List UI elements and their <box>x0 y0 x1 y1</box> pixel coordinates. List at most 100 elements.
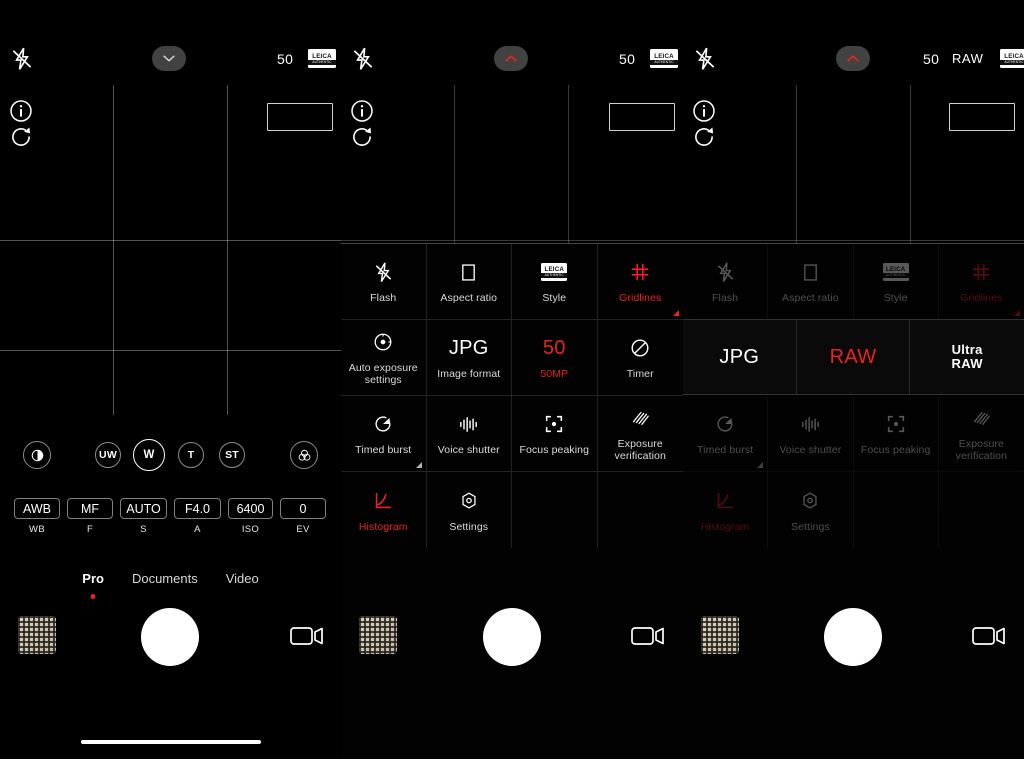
param-ev-value[interactable]: 0 <box>280 498 326 519</box>
shutter-button[interactable] <box>141 608 199 666</box>
lens-t-button[interactable]: T <box>178 442 204 468</box>
setting-flash[interactable]: Flash <box>683 244 769 320</box>
setting-focus-peaking-label: Focus peaking <box>519 444 590 456</box>
param-ev-caption: EV <box>296 524 310 535</box>
shutter-bar <box>0 608 341 683</box>
shutter-button[interactable] <box>824 608 882 666</box>
setting-auto-exposure[interactable]: Auto exposure settings <box>341 320 427 396</box>
param-aperture-caption: A <box>194 524 201 535</box>
param-aperture-value[interactable]: F4.0 <box>174 498 221 519</box>
video-camera-icon[interactable] <box>631 624 665 648</box>
gallery-thumbnail[interactable] <box>18 616 56 654</box>
color-filters-button[interactable] <box>290 441 318 469</box>
setting-voice-shutter[interactable]: Voice shutter <box>768 396 854 472</box>
param-focus-caption: F <box>86 524 94 535</box>
refresh-icon[interactable] <box>349 124 375 150</box>
param-wb-value[interactable]: AWB <box>14 498 60 519</box>
setting-voice-shutter-label: Voice shutter <box>437 444 500 456</box>
setting-gridlines[interactable]: Gridlines <box>597 244 683 320</box>
flash-off-icon[interactable] <box>9 46 35 72</box>
param-aperture[interactable]: F4.0 A <box>174 498 221 537</box>
param-shutter-value[interactable]: AUTO <box>120 498 167 519</box>
setting-gridlines-label: Gridlines <box>619 292 662 304</box>
setting-image-format[interactable]: JPG Image format <box>426 320 512 396</box>
settings-grid-rows-rest: Timed burst Voice shutter Focus peaking <box>683 396 1024 548</box>
histogram-overlay-frame[interactable] <box>949 103 1015 131</box>
lens-w-button[interactable]: W <box>133 439 165 471</box>
setting-aspect-ratio[interactable]: Aspect ratio <box>768 244 854 320</box>
histogram-overlay-frame[interactable] <box>267 103 333 131</box>
shutter-button[interactable] <box>483 608 541 666</box>
resolution-value: 50 <box>543 335 566 361</box>
param-shutter-caption: S <box>140 524 147 535</box>
info-icon[interactable] <box>349 98 375 124</box>
histogram-icon <box>372 488 394 514</box>
submenu-corner-indicator <box>415 462 422 468</box>
param-focus-value[interactable]: MF <box>67 498 113 519</box>
leica-badge-icon: LEICA AUTHENTIC <box>541 259 568 285</box>
info-icon[interactable] <box>8 98 34 124</box>
home-indicator <box>80 740 261 744</box>
refresh-icon[interactable] <box>8 124 34 150</box>
flash-off-icon[interactable] <box>692 46 718 72</box>
setting-focus-peaking[interactable]: Focus peaking <box>512 396 598 472</box>
setting-timed-burst-label: Timed burst <box>697 444 754 456</box>
param-shutter[interactable]: AUTO S <box>120 498 167 537</box>
setting-histogram[interactable]: Histogram <box>683 472 769 548</box>
info-icon[interactable] <box>691 98 717 124</box>
chevron-up-icon[interactable] <box>836 46 870 71</box>
lens-st-button[interactable]: ST <box>219 442 245 468</box>
format-option-ultra-raw[interactable]: Ultra RAW <box>910 320 1024 394</box>
flash-off-icon[interactable] <box>350 46 376 72</box>
square-icon <box>800 259 821 285</box>
setting-gridlines[interactable]: Gridlines <box>938 244 1024 320</box>
setting-focus-peaking[interactable]: Focus peaking <box>853 396 939 472</box>
param-iso[interactable]: 6400 ISO <box>228 498 273 537</box>
param-wb[interactable]: AWB WB <box>14 498 60 537</box>
video-camera-icon[interactable] <box>972 624 1006 648</box>
setting-resolution[interactable]: 50 50MP <box>512 320 598 396</box>
format-option-jpg[interactable]: JPG <box>683 320 797 394</box>
setting-style[interactable]: LEICA AUTHENTIC Style <box>853 244 939 320</box>
param-ev[interactable]: 0 EV <box>280 498 326 537</box>
lens-uw-button[interactable]: UW <box>95 442 121 468</box>
mode-pro[interactable]: Pro <box>81 569 105 599</box>
setting-histogram-label: Histogram <box>700 520 750 533</box>
gallery-thumbnail[interactable] <box>359 616 397 654</box>
histogram-overlay-frame[interactable] <box>609 103 675 131</box>
setting-exposure-verification[interactable]: Exposure verification <box>938 396 1024 472</box>
setting-flash[interactable]: Flash <box>341 244 427 320</box>
exposure-toggle-button[interactable] <box>23 441 51 469</box>
setting-timed-burst[interactable]: Timed burst <box>341 396 427 472</box>
timed-burst-icon <box>714 411 736 437</box>
param-iso-value[interactable]: 6400 <box>228 498 273 519</box>
setting-flash-label: Flash <box>712 292 739 304</box>
setting-settings-label: Settings <box>449 520 489 533</box>
setting-settings[interactable]: Settings <box>427 472 512 548</box>
setting-settings[interactable]: Settings <box>768 472 854 548</box>
setting-aspect-ratio[interactable]: Aspect ratio <box>426 244 512 320</box>
setting-timed-burst[interactable]: Timed burst <box>683 396 769 472</box>
refresh-icon[interactable] <box>691 124 717 150</box>
mode-pro-label: Pro <box>82 570 104 586</box>
setting-exposure-verification[interactable]: Exposure verification <box>597 396 683 472</box>
submenu-corner-indicator <box>1014 310 1020 316</box>
mode-documents[interactable]: Documents <box>131 569 199 588</box>
setting-empty-slot <box>512 472 598 548</box>
gallery-thumbnail[interactable] <box>701 616 739 654</box>
mode-selected-dot <box>90 593 96 599</box>
setting-voice-shutter[interactable]: Voice shutter <box>426 396 512 472</box>
shutter-bar <box>683 608 1024 683</box>
setting-style[interactable]: LEICA AUTHENTIC Style <box>512 244 598 320</box>
video-camera-icon[interactable] <box>290 624 324 648</box>
setting-timer[interactable]: Timer <box>597 320 683 396</box>
setting-histogram[interactable]: Histogram <box>341 472 427 548</box>
mode-video[interactable]: Video <box>225 569 260 588</box>
format-option-raw[interactable]: RAW <box>797 320 911 394</box>
chevron-down-icon[interactable] <box>152 46 186 71</box>
timed-burst-icon <box>372 411 394 437</box>
flash-off-icon <box>372 259 395 285</box>
camera-panel-settings-menu: 50 LEICA AUTHENTIC Flash Aspect ratio LE… <box>341 0 683 759</box>
param-focus[interactable]: MF F <box>67 498 113 537</box>
chevron-up-icon[interactable] <box>494 46 528 71</box>
